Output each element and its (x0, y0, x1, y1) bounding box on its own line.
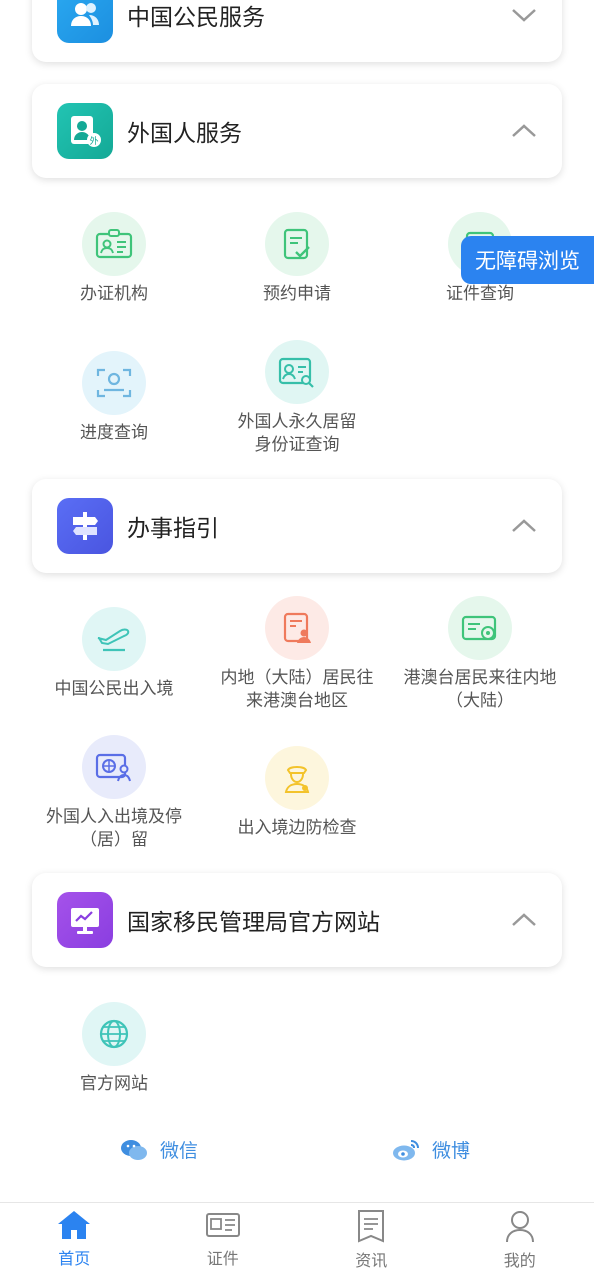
news-icon (358, 1210, 385, 1243)
item-label: 内地（大陆）居民往 来港澳台地区 (220, 668, 374, 711)
user-icon (505, 1211, 534, 1243)
section-title: 办事指引 (127, 516, 219, 542)
wechat-link[interactable]: 微信 (120, 1136, 198, 1163)
item-appointment[interactable]: 预约申请 (207, 212, 387, 306)
foreigner-service-badge: 外 (57, 103, 113, 159)
id-card-icon (95, 229, 133, 259)
passport-person-icon (95, 753, 131, 782)
accessibility-browse-button[interactable]: 无障碍浏览 (461, 236, 594, 284)
item-official-website[interactable]: 官方网站 (24, 1002, 204, 1096)
people-icon (71, 3, 99, 26)
wechat-icon (121, 1139, 147, 1160)
chevron-up-icon[interactable] (510, 910, 538, 930)
monitor-chart-icon (71, 908, 99, 934)
tab-label: 证件 (206, 1249, 239, 1268)
section-service-guide[interactable]: 办事指引 (32, 479, 562, 573)
item-foreigner-entry-exit-stay[interactable]: 外国人入出境及停 （居）留 (24, 735, 204, 852)
item-issuing-office[interactable]: 办证机构 (24, 212, 204, 306)
permit-person-icon (283, 612, 311, 643)
foreigner-person-icon: 外 (71, 116, 101, 147)
scan-person-icon (96, 368, 132, 398)
globe-icon (99, 1019, 129, 1049)
section-title: 外国人服务 (127, 121, 242, 147)
section-official-website[interactable]: 国家移民管理局官方网站 (32, 873, 562, 967)
plane-icon (97, 628, 130, 652)
item-progress-query[interactable]: 进度查询 (24, 351, 204, 445)
citizen-service-badge (57, 0, 113, 43)
card-stamp-icon (461, 615, 497, 641)
tab-documents[interactable]: 证件 (149, 1203, 298, 1280)
officer-icon (284, 766, 310, 793)
item-label: 预约申请 (263, 284, 331, 304)
weibo-icon (393, 1139, 419, 1160)
tab-label: 首页 (58, 1249, 91, 1268)
bottom-tab-bar: 首页 证件 资讯 我的 (0, 1202, 594, 1280)
item-label: 官方网站 (80, 1074, 148, 1094)
weibo-label: 微博 (432, 1140, 471, 1162)
section-title: 中国公民服务 (127, 5, 265, 31)
item-label: 港澳台居民来往内地 （大陆） (403, 668, 557, 711)
tab-mine[interactable]: 我的 (446, 1203, 594, 1280)
chevron-up-icon[interactable] (510, 121, 538, 141)
weibo-link[interactable]: 微博 (392, 1136, 470, 1163)
item-border-inspection[interactable]: 出入境边防检查 (207, 746, 387, 840)
item-label: 中国公民出入境 (54, 679, 174, 699)
item-label: 进度查询 (80, 423, 148, 443)
item-mainland-hk-macao-taiwan[interactable]: 内地（大陆）居民往 来港澳台地区 (207, 596, 387, 713)
wechat-label: 微信 (160, 1140, 199, 1162)
svg-text:外: 外 (89, 135, 98, 147)
section-chinese-citizen-service[interactable]: 中国公民服务 (32, 0, 562, 62)
chevron-up-icon[interactable] (510, 516, 538, 536)
home-icon (58, 1211, 91, 1239)
id-card-icon (205, 1213, 240, 1237)
section-title: 国家移民管理局官方网站 (127, 910, 380, 936)
official-website-badge (57, 892, 113, 948)
item-label: 办证机构 (80, 284, 148, 304)
tab-news[interactable]: 资讯 (297, 1203, 446, 1280)
section-foreigner-service[interactable]: 外 外国人服务 (32, 84, 562, 178)
item-hk-macao-taiwan-to-mainland[interactable]: 港澳台居民来往内地 （大陆） (390, 596, 570, 713)
service-guide-badge (57, 498, 113, 554)
item-label: 出入境边防检查 (237, 818, 357, 838)
tab-label: 我的 (503, 1251, 536, 1270)
item-label: 外国人永久居留 身份证查询 (237, 412, 357, 455)
item-permanent-residence-query[interactable]: 外国人永久居留 身份证查询 (207, 340, 387, 457)
card-search-icon (278, 357, 314, 388)
item-label: 证件查询 (446, 284, 514, 304)
item-label: 外国人入出境及停 （居）留 (46, 807, 182, 850)
chevron-down-icon[interactable] (510, 5, 538, 25)
tab-home[interactable]: 首页 (0, 1203, 149, 1280)
signpost-icon (73, 512, 98, 540)
item-citizen-exit-entry[interactable]: 中国公民出入境 (24, 607, 204, 701)
tab-label: 资讯 (355, 1251, 388, 1270)
form-check-icon (283, 228, 310, 260)
